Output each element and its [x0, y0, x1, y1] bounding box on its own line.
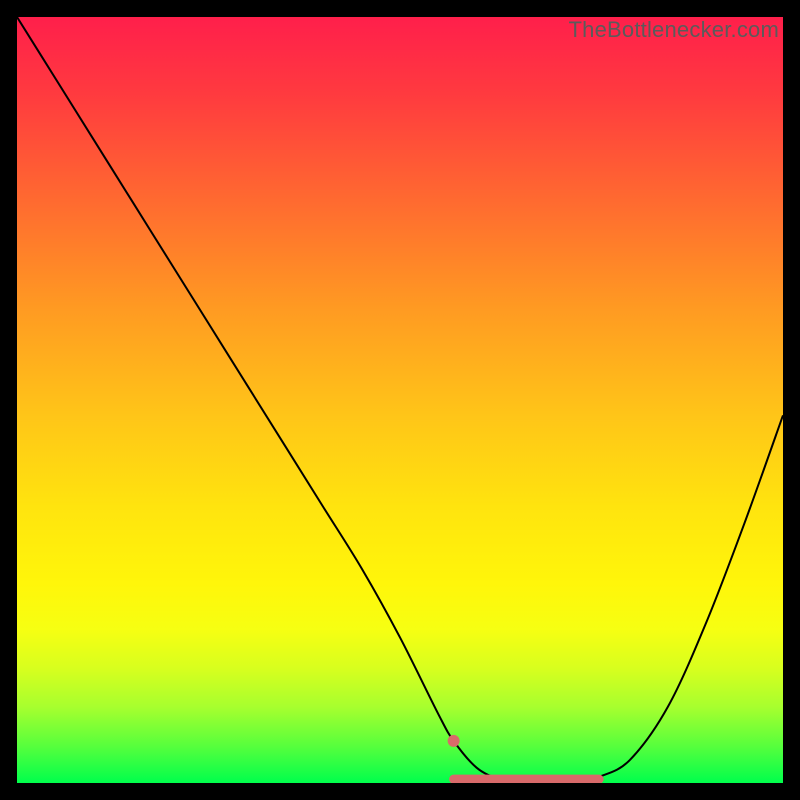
- chart-frame: TheBottlenecker.com: [0, 0, 800, 800]
- chart-svg: [17, 17, 783, 783]
- optimal-range-start-dot: [448, 735, 460, 747]
- plot-area: TheBottlenecker.com: [17, 17, 783, 783]
- bottleneck-curve: [17, 17, 783, 783]
